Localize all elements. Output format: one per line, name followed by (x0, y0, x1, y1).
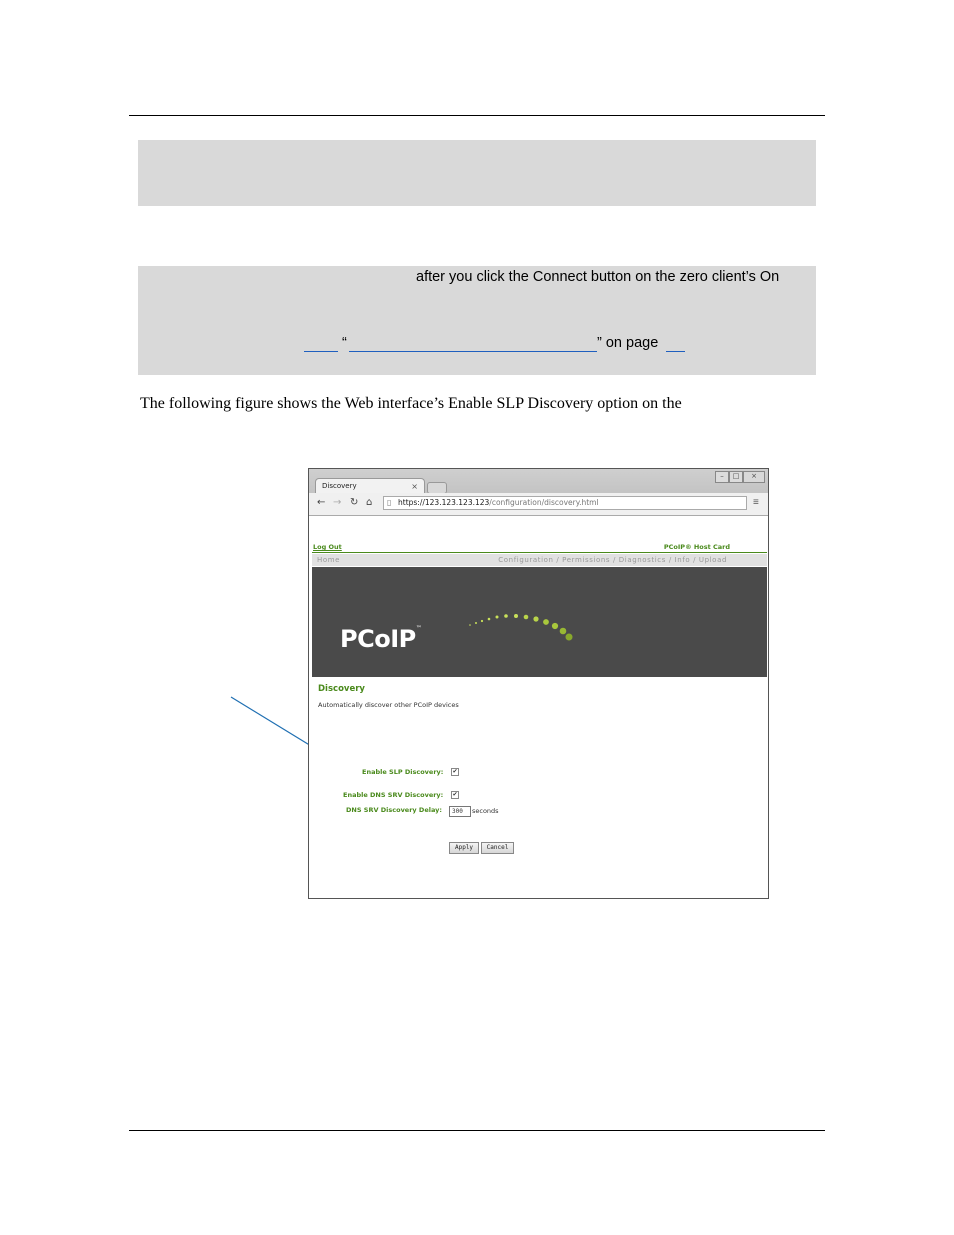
note-box-2: after you click the Connect button on th… (138, 266, 816, 375)
note-line-1: after you click the Connect button on th… (416, 269, 780, 285)
link-underline-1[interactable] (304, 351, 338, 352)
tab-close-icon[interactable]: × (411, 479, 418, 494)
dns-srv-discovery-checkbox[interactable]: ✔ (451, 791, 459, 799)
reload-icon[interactable]: ↻ (350, 497, 358, 508)
page-description: Automatically discover other PCoIP devic… (318, 701, 459, 709)
arrow-right-icon[interactable]: → (333, 497, 341, 508)
screenshot-figure: Discovery × – □ × ← → ↻ ⌂ ▯ https://123.… (308, 468, 769, 899)
address-bar[interactable]: ▯ https://123.123.123.123/configuration/… (383, 496, 747, 510)
nav-home[interactable]: Home (317, 554, 340, 566)
dns-srv-delay-input[interactable]: 300 (449, 806, 471, 817)
menu-icon[interactable]: ≡ (753, 497, 759, 508)
header-rule (129, 115, 825, 116)
nav-menu[interactable]: Configuration / Permissions / Diagnostic… (498, 554, 727, 566)
pcoip-banner: PCoIP™ (312, 567, 767, 677)
arrow-left-icon[interactable]: ← (317, 497, 325, 508)
cancel-button[interactable]: Cancel (481, 842, 514, 854)
dots-arc-graphic (469, 614, 573, 641)
page-icon: ▯ (387, 498, 392, 507)
note-quote-open: “ (342, 335, 347, 351)
host-card-label: PCoIP® Host Card (663, 543, 730, 551)
browser-toolbar: ← → ↻ ⌂ ▯ https://123.123.123.123/config… (309, 493, 768, 516)
logo-tm: ™ (415, 625, 422, 632)
browser-tab[interactable]: Discovery × (315, 478, 425, 493)
page-title: Discovery (318, 684, 365, 694)
note-box-1 (138, 140, 816, 206)
dns-srv-delay-label: DNS SRV Discovery Delay: (346, 806, 442, 814)
link-underline-2[interactable] (349, 351, 597, 352)
home-icon[interactable]: ⌂ (366, 497, 372, 508)
tab-title: Discovery (322, 482, 357, 490)
url-path: /configuration/discovery.html (489, 498, 599, 507)
logout-link[interactable]: Log Out (313, 543, 342, 551)
slp-discovery-checkbox[interactable]: ✔ (451, 768, 459, 776)
url-host: https://123.123.123.123 (398, 498, 490, 507)
note-quote-close: ” on page (597, 335, 659, 351)
slp-discovery-label: Enable SLP Discovery: (362, 768, 444, 776)
maximize-icon[interactable]: □ (729, 471, 743, 483)
header-divider (312, 552, 767, 553)
body-paragraph: The following figure shows the Web inter… (140, 395, 682, 412)
link-underline-page[interactable] (666, 351, 685, 352)
footer-rule (129, 1130, 825, 1131)
pcoip-logo: PCoIP™ (340, 625, 422, 653)
window-close-icon[interactable]: × (743, 471, 765, 483)
delay-unit-label: seconds (472, 807, 499, 815)
apply-button[interactable]: Apply (449, 842, 479, 854)
dns-srv-discovery-label: Enable DNS SRV Discovery: (343, 791, 444, 799)
minimize-icon[interactable]: – (715, 471, 729, 483)
nav-bar: Home Configuration / Permissions / Diagn… (312, 554, 767, 566)
logo-text: PCoIP (340, 625, 416, 653)
web-page: Log Out PCoIP® Host Card Home Configurat… (312, 516, 767, 896)
